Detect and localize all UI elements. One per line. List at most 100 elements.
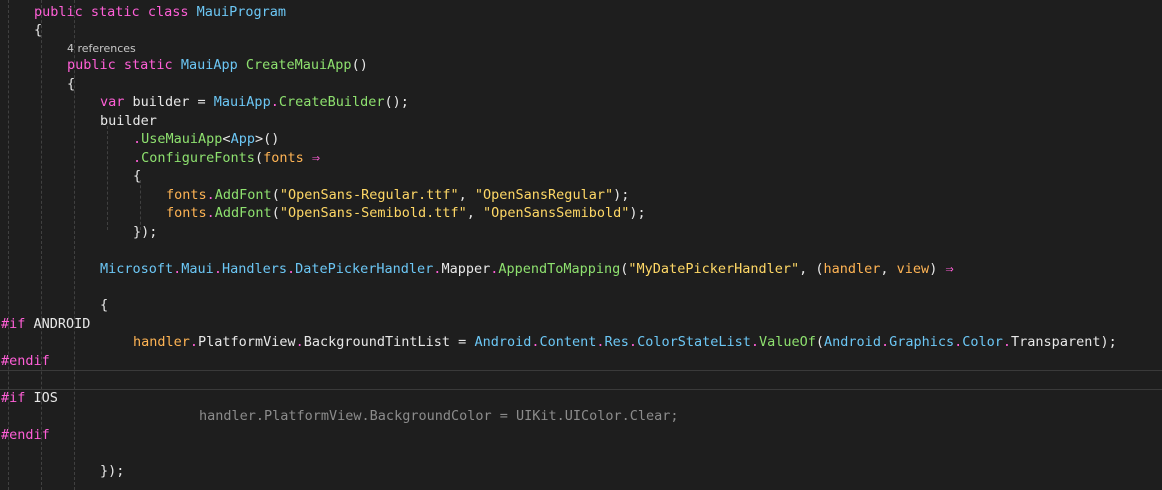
- code-line-endif[interactable]: #endif: [1, 352, 1162, 370]
- code-line-add-font[interactable]: fonts.AddFont("OpenSans-Regular.ttf", "O…: [166, 186, 1162, 204]
- lambda-arrow: ⇒: [311, 150, 320, 166]
- preprocessor-directive: #endif: [1, 427, 50, 443]
- namespace: Android: [474, 334, 532, 350]
- code-text: (: [271, 187, 280, 203]
- code-editor[interactable]: public static class MauiProgram { 4 refe…: [0, 0, 1162, 490]
- code-line-brace[interactable]: {: [34, 21, 1162, 39]
- preprocessor-symbol: ANDROID: [25, 316, 91, 332]
- code-text: ): [929, 261, 946, 277]
- brace: {: [34, 22, 43, 38]
- parens: (): [351, 57, 368, 73]
- code-line-add-font[interactable]: fonts.AddFont("OpenSans-Semibold.ttf", "…: [166, 204, 1162, 222]
- dot: .: [133, 150, 142, 166]
- code-line-if-android[interactable]: #if ANDROID: [1, 315, 1162, 333]
- code-line-builder-var[interactable]: var builder = MauiApp.CreateBuilder();: [100, 93, 1162, 111]
- string-literal: "OpenSans-Regular.ttf": [279, 187, 459, 203]
- keyword: var: [100, 94, 125, 110]
- return-type: MauiApp: [180, 57, 238, 73]
- code-text: builder: [100, 113, 157, 129]
- parameter: fonts: [166, 205, 207, 221]
- preprocessor-directive: #if: [1, 316, 26, 332]
- string-literal: "OpenSansRegular": [474, 187, 614, 203]
- dot: .: [286, 261, 296, 277]
- code-line-background-tint[interactable]: handler.PlatformView.BackgroundTintList …: [133, 333, 1162, 351]
- property: BackgroundTintList: [303, 334, 451, 350]
- keyword: static: [123, 57, 173, 73]
- code-line-class-declaration[interactable]: public static class MauiProgram: [34, 3, 1162, 21]
- code-text: >(): [254, 131, 280, 147]
- code-text: , (: [799, 261, 824, 277]
- codelens-label: 4 references: [67, 42, 136, 55]
- keyword: public: [34, 4, 83, 20]
- keyword: static: [90, 4, 140, 20]
- namespace: Handlers: [221, 261, 287, 277]
- code-line-configure-fonts[interactable]: .ConfigureFonts(fonts ⇒: [133, 149, 1162, 167]
- dot: .: [880, 334, 890, 350]
- code-text: });: [100, 463, 125, 479]
- dot: .: [295, 334, 304, 350]
- indent-guide: [107, 126, 108, 230]
- parameter: fonts: [166, 187, 207, 203]
- type-name: Color: [962, 334, 1003, 350]
- brace: {: [67, 76, 76, 92]
- code-text: builder =: [124, 94, 214, 110]
- code-line-builder[interactable]: builder: [100, 112, 1162, 130]
- code-text: ();: [384, 94, 409, 110]
- preprocessor-directive: #endif: [1, 353, 50, 369]
- method-name: AddFont: [214, 187, 272, 203]
- code-line-if-ios[interactable]: #if IOS: [1, 389, 1162, 407]
- code-text: ,: [466, 205, 484, 221]
- method-name: CreateBuilder: [278, 94, 385, 110]
- code-line-use-maui-app[interactable]: .UseMauiApp<App>(): [133, 130, 1162, 148]
- string-literal: "MyDatePickerHandler": [628, 261, 800, 277]
- string-literal: "OpenSansSemibold": [483, 205, 630, 221]
- namespace: Content: [539, 334, 597, 350]
- dot: .: [189, 334, 199, 350]
- class-name: MauiProgram: [196, 4, 287, 20]
- method-name: AddFont: [214, 205, 272, 221]
- namespace: Android: [824, 334, 881, 350]
- inactive-code: handler.PlatformView.BackgroundColor = U…: [199, 408, 679, 424]
- indent-guide: [41, 0, 42, 490]
- method-name: ConfigureFonts: [141, 150, 255, 166]
- code-text: (: [271, 205, 280, 221]
- method-name: CreateMauiApp: [245, 57, 352, 73]
- code-line-brace[interactable]: {: [133, 167, 1162, 185]
- code-line-endif[interactable]: #endif: [1, 426, 1162, 444]
- method-name: AppendToMapping: [498, 261, 621, 277]
- dot: .: [628, 334, 638, 350]
- parameter: view: [896, 261, 930, 277]
- method-name: ValueOf: [759, 334, 816, 350]
- dot: .: [596, 334, 605, 350]
- dot: .: [1002, 334, 1012, 350]
- code-line-append-to-mapping[interactable]: Microsoft.Maui.Handlers.DatePickerHandle…: [100, 260, 1162, 278]
- namespace: Microsoft: [100, 261, 174, 277]
- code-line-brace[interactable]: {: [67, 75, 1162, 93]
- property: Transparent: [1011, 334, 1101, 350]
- parameter: handler: [133, 334, 190, 350]
- code-line-close[interactable]: });: [100, 462, 1162, 480]
- code-line-method-declaration[interactable]: public static MauiApp CreateMauiApp(): [67, 56, 1162, 74]
- namespace: Res: [604, 334, 629, 350]
- keyword: class: [147, 4, 189, 20]
- string-literal: "OpenSans-Semibold.ttf": [279, 205, 467, 221]
- dot: .: [206, 205, 215, 221]
- code-text: =: [450, 334, 475, 350]
- namespace: Graphics: [889, 334, 955, 350]
- code-line-close[interactable]: });: [133, 223, 1162, 241]
- dot: .: [750, 334, 759, 350]
- namespace: Maui: [181, 261, 214, 277]
- current-line-highlight: [0, 370, 1162, 390]
- method-name: UseMauiApp: [141, 131, 223, 147]
- brace: {: [100, 297, 109, 313]
- preprocessor-directive: #if: [1, 390, 26, 406]
- code-text: );: [613, 187, 630, 203]
- property: PlatformView: [198, 334, 296, 350]
- code-line-brace[interactable]: {: [100, 296, 1162, 314]
- type-name: MauiApp: [213, 94, 271, 110]
- dot: .: [270, 94, 279, 110]
- code-text: (: [815, 334, 825, 350]
- keyword: public: [67, 57, 116, 73]
- code-text: ,: [458, 187, 475, 203]
- code-line-inactive-background-color[interactable]: handler.PlatformView.BackgroundColor = U…: [199, 407, 1162, 425]
